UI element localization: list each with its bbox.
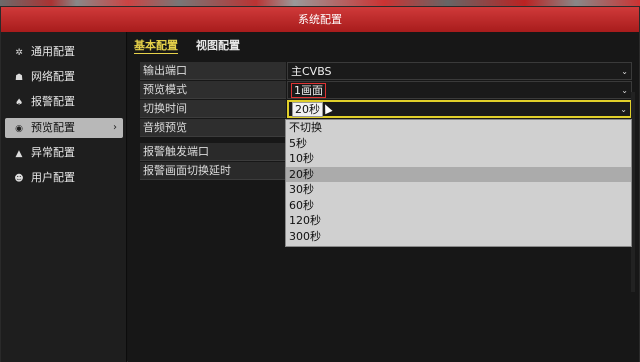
chevron-right-icon: › xyxy=(113,122,117,133)
switch-time-label: 切换时间 xyxy=(140,100,286,118)
row-preview-mode: 预览模式 1画面 ⌄ xyxy=(140,81,632,100)
preview-mode-label: 预览模式 xyxy=(140,81,286,99)
eye-icon: ◉ xyxy=(15,124,23,134)
chevron-down-icon: ⌄ xyxy=(621,86,628,95)
switch-time-dropdown: 不切换 5秒 10秒 20秒 30秒 60秒 120秒 300秒 xyxy=(285,119,632,247)
gear-icon: ✲ xyxy=(15,48,23,58)
row-switch-time: 切换时间 20秒 ⌄ xyxy=(140,100,632,119)
sidebar-item-alarm[interactable]: ♠ 报警配置 xyxy=(5,92,123,112)
network-icon: ☗ xyxy=(14,73,24,83)
dropdown-option[interactable]: 不切换 xyxy=(286,120,631,136)
dropdown-option[interactable]: 60秒 xyxy=(286,198,631,214)
sidebar-item-label: 报警配置 xyxy=(31,95,75,108)
users-icon: ☻ xyxy=(14,174,24,184)
alarm-icon: ♠ xyxy=(14,98,24,108)
sidebar-item-user[interactable]: ☻ 用户配置 xyxy=(5,168,123,188)
sidebar-item-label: 用户配置 xyxy=(31,171,75,184)
tab-basic-config[interactable]: 基本配置 xyxy=(134,38,178,54)
row-output-port: 输出端口 主CVBS ⌄ xyxy=(140,62,632,81)
preview-mode-value: 1画面 xyxy=(291,83,326,98)
sidebar-item-label: 通用配置 xyxy=(31,45,75,58)
chevron-down-icon: ⌄ xyxy=(620,105,627,114)
dropdown-option[interactable]: 10秒 xyxy=(286,151,631,167)
output-port-label: 输出端口 xyxy=(140,62,286,80)
sidebar-item-general[interactable]: ✲ 通用配置 xyxy=(5,42,123,62)
sidebar-item-label: 预览配置 xyxy=(31,121,75,134)
sidebar-item-exception[interactable]: ▲ 异常配置 xyxy=(5,143,123,163)
alarm-trigger-port-label: 报警触发端口 xyxy=(140,143,286,161)
chevron-down-icon: ⌄ xyxy=(621,67,628,76)
preview-mode-select[interactable]: 1画面 ⌄ xyxy=(287,81,632,99)
window-title: 系统配置 xyxy=(1,7,639,32)
dropdown-option[interactable]: 120秒 xyxy=(286,213,631,229)
dropdown-option[interactable]: 300秒 xyxy=(286,229,631,245)
sidebar: ✲ 通用配置 ☗ 网络配置 ♠ 报警配置 ◉ 预览配置 › ▲ 异常配置 ☻ 用户配置 xyxy=(1,32,127,362)
alarm-switch-delay-label: 报警画面切换延时 xyxy=(140,162,286,180)
sidebar-item-label: 网络配置 xyxy=(31,70,75,83)
output-port-select[interactable]: 主CVBS ⌄ xyxy=(287,62,632,80)
switch-time-value: 20秒 xyxy=(292,102,323,117)
dropdown-option-highlighted[interactable]: 20秒 xyxy=(286,166,631,182)
dropdown-option[interactable]: 5秒 xyxy=(286,136,631,152)
tab-view-config[interactable]: 视图配置 xyxy=(196,38,240,54)
sidebar-item-label: 异常配置 xyxy=(31,146,75,159)
audio-preview-label: 音频预览 xyxy=(140,119,286,137)
output-port-value: 主CVBS xyxy=(291,65,332,78)
sidebar-item-preview[interactable]: ◉ 预览配置 › xyxy=(5,118,123,138)
warning-icon: ▲ xyxy=(15,149,23,159)
switch-time-select[interactable]: 20秒 ⌄ xyxy=(287,100,632,118)
mouse-cursor-icon xyxy=(321,102,333,115)
dropdown-option[interactable]: 30秒 xyxy=(286,182,631,198)
sidebar-item-network[interactable]: ☗ 网络配置 xyxy=(5,67,123,87)
